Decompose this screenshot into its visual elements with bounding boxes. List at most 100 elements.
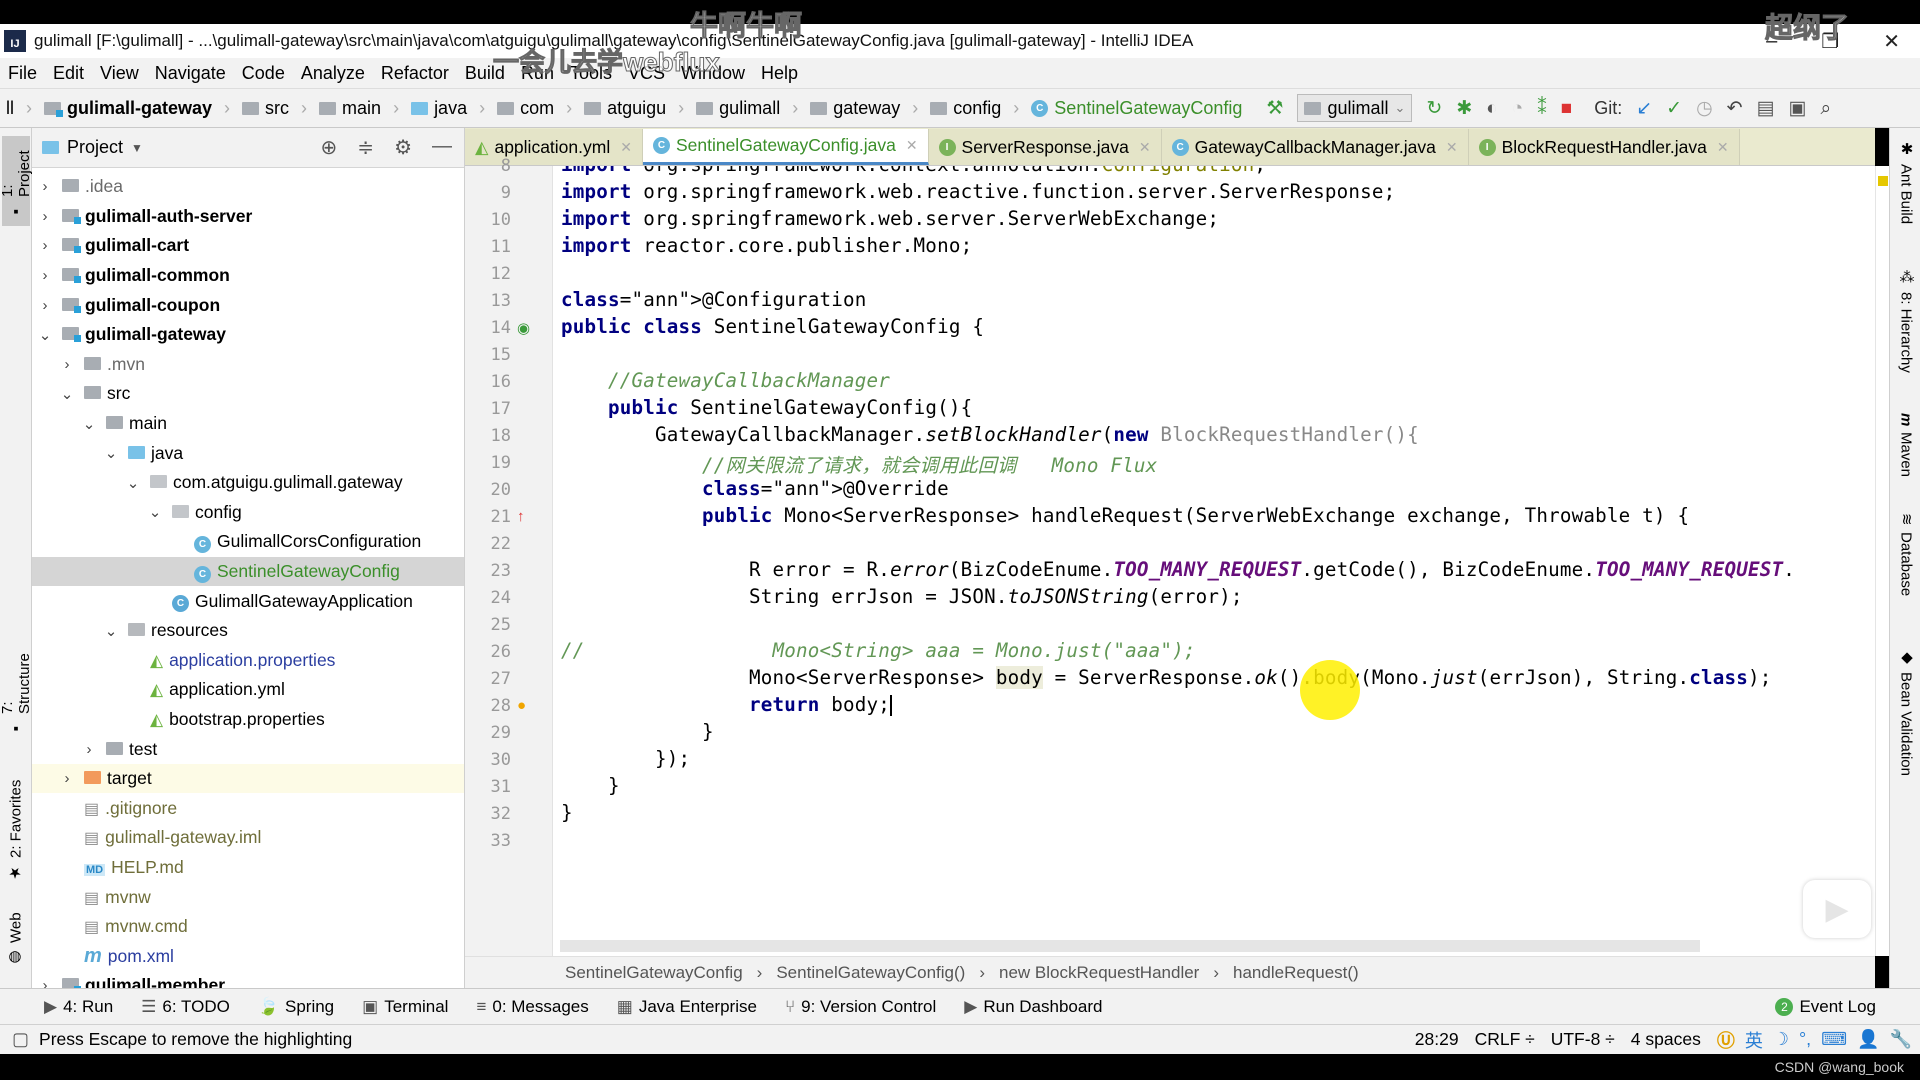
breadcrumb-item[interactable]: C SentinelGatewayConfig [1025,98,1248,119]
lightbulb-icon[interactable]: ● [517,697,526,714]
breadcrumb-item[interactable]: config › [924,98,1025,119]
menu-code[interactable]: Code [242,63,285,84]
breadcrumb-item[interactable]: java › [405,98,491,119]
tool-window-button[interactable]: ⑂ 9: Version Control [785,997,936,1017]
chevron-down-icon[interactable]: ⌄ [102,622,120,640]
close-tab-icon[interactable]: ✕ [1139,139,1151,156]
code-line[interactable]: import reactor.core.publisher.Mono; [561,234,972,257]
menu-view[interactable]: View [100,63,139,84]
tree-item[interactable]: › gulimall-cart [32,231,464,261]
code-line[interactable]: //网关限流了请求，就会调用此回调 Mono Flux [561,450,1157,478]
video-play-button[interactable]: ▶ [1803,880,1871,938]
stop-icon[interactable]: ■ [1561,99,1572,118]
code-line[interactable]: import org.springframework.web.reactive.… [561,180,1395,203]
tree-item[interactable]: ⌄ java [32,438,464,468]
git-revert-icon[interactable]: ↶ [1727,99,1743,118]
keyboard-icon[interactable]: ⌨ [1821,1029,1847,1050]
tool-window-button[interactable]: 🍃 Spring [258,997,334,1017]
tree-item[interactable]: ◭ application.yml [32,675,464,705]
user-icon[interactable]: 👤 [1857,1029,1879,1050]
chevron-right-icon[interactable]: › [36,237,54,254]
tool-window-button[interactable]: ≡ 0: Messages [476,997,588,1017]
tree-item[interactable]: › gulimall-auth-server [32,202,464,232]
code-line[interactable]: return body; [561,693,893,716]
wrench-icon[interactable]: 🔧 [1890,1029,1912,1050]
breadcrumb-item[interactable]: src › [236,98,313,119]
chevron-right-icon[interactable]: › [36,267,54,284]
tree-item[interactable]: ⌄ resources [32,616,464,646]
breadcrumb-item[interactable]: com › [491,98,578,119]
tree-item[interactable]: ⌄ com.atguigu.gulimall.gateway [32,468,464,498]
locate-file-icon[interactable]: ⊕ [321,135,338,160]
breadcrumb-item[interactable]: ll › [0,98,38,119]
tree-item[interactable]: › .mvn [32,350,464,380]
tree-item[interactable]: › gulimall-coupon [32,290,464,320]
tree-item[interactable]: › target [32,763,464,794]
editor-breadcrumb-item[interactable]: handleRequest() [1233,963,1359,983]
menu-help[interactable]: Help [761,63,798,84]
code-line[interactable]: public SentinelGatewayConfig(){ [561,396,972,419]
menu-refactor[interactable]: Refactor [381,63,449,84]
encoding-select[interactable]: UTF-8 ÷ [1551,1029,1615,1050]
tree-item[interactable]: C SentinelGatewayConfig [32,556,464,587]
gear-icon[interactable]: ⚙ [394,135,412,160]
code-line[interactable]: import org.springframework.context.annot… [561,166,1266,176]
tool-tab-hierarchy[interactable]: ⁂ 8: Hierarchy [1892,268,1920,388]
tool-tab-project[interactable]: ▪ 1: Project [0,136,33,226]
tool-tab-maven[interactable]: m Maven [1892,413,1920,503]
chevron-down-icon[interactable]: ⌄ [146,503,164,521]
chevron-right-icon[interactable]: › [58,770,76,787]
tree-item[interactable]: ▤ mvnw.cmd [32,912,464,942]
tree-item[interactable]: ◭ application.properties [32,646,464,676]
build-hammer-icon[interactable]: ⚒ [1266,99,1283,118]
chevron-right-icon[interactable]: › [36,297,54,314]
coverage-icon[interactable]: ◐ [1486,99,1497,118]
menu-edit[interactable]: Edit [53,63,84,84]
tool-tab-database[interactable]: ≋ Database [1892,513,1920,623]
tree-item[interactable]: ⌄ main [32,409,464,439]
code-line[interactable]: class="ann">@Configuration [561,288,867,311]
code-line[interactable]: } [561,720,714,743]
editor-tab[interactable]: I ServerResponse.java ✕ [928,129,1162,165]
debug-bug-icon[interactable]: ✱ [1456,99,1472,118]
code-line[interactable]: } [561,774,620,797]
profile-icon[interactable]: ◔ [1512,99,1523,118]
spring-bean-gutter-icon[interactable]: ◉ [517,319,530,337]
rerun-icon[interactable]: ↻ [1426,99,1442,118]
tool-tab-favorites[interactable]: ★ 2: Favorites [2,773,30,888]
collapse-all-icon[interactable]: ≑ [357,135,374,160]
tree-item[interactable]: m pom.xml [32,941,464,971]
attach-debugger-icon[interactable]: ⁑ [1537,99,1547,118]
editor-breadcrumb-item[interactable]: SentinelGatewayConfig() [776,963,965,983]
tool-tab-web[interactable]: ◍ Web [2,908,30,973]
chevron-down-icon[interactable]: ⌄ [102,444,120,462]
menu-navigate[interactable]: Navigate [155,63,226,84]
moon-icon[interactable]: ☽ [1773,1029,1789,1050]
tool-window-button[interactable]: ▦ Java Enterprise [617,997,757,1017]
code-line[interactable]: public class SentinelGatewayConfig { [561,315,984,338]
indent-select[interactable]: 4 spaces [1631,1029,1701,1050]
tree-item[interactable]: ▤ gulimall-gateway.iml [32,823,464,853]
chevron-right-icon[interactable]: › [80,741,98,758]
toggle-tool-windows-icon[interactable]: ▢ [12,1029,29,1050]
tool-tab-ant-build[interactable]: ✱ Ant Build [1892,140,1920,240]
chevron-down-icon[interactable]: ⌄ [124,474,142,492]
vertical-scrollbar[interactable] [1875,166,1889,956]
horizontal-scrollbar[interactable] [560,940,1700,952]
close-button[interactable]: ✕ [1883,29,1900,54]
breadcrumb-item[interactable]: main › [313,98,405,119]
editor-breadcrumb-item[interactable]: new BlockRequestHandler [999,963,1199,983]
run-configuration-select[interactable]: gulimall ⌄ [1297,94,1413,122]
git-commit-icon[interactable]: ✓ [1666,99,1682,118]
code-line[interactable]: class="ann">@Override [561,477,949,500]
breadcrumb-item[interactable]: gulimall › [690,98,804,119]
tree-item[interactable]: › gulimall-common [32,261,464,291]
git-history-icon[interactable]: ◷ [1696,99,1713,118]
close-tab-icon[interactable]: ✕ [1717,139,1729,156]
event-log-button[interactable]: 2 Event Log [1775,997,1876,1017]
tool-window-button[interactable]: ☰ 6: TODO [141,997,230,1017]
tool-tab-bean-validation[interactable]: ◆ Bean Validation [1892,648,1920,798]
tree-item[interactable]: › .idea [32,172,464,202]
tree-item[interactable]: ▤ .gitignore [32,793,464,823]
tree-item[interactable]: MD HELP.md [32,853,464,883]
